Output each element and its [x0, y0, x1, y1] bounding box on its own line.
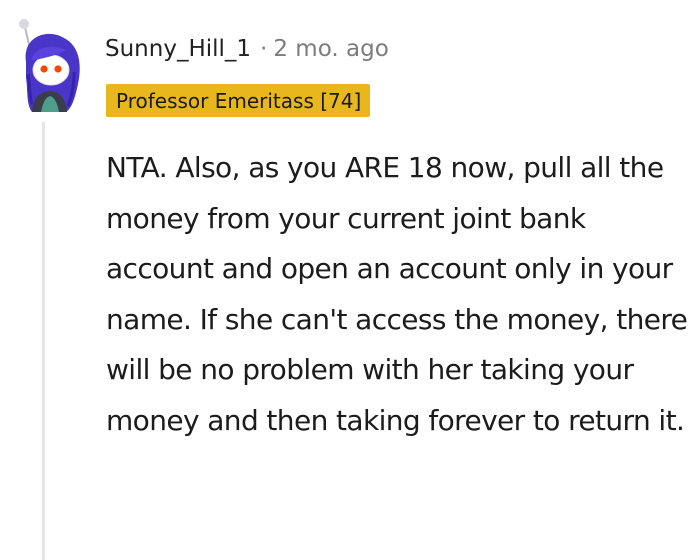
author-username[interactable]: Sunny_Hill_1 [105, 36, 251, 62]
thread-line[interactable] [42, 122, 45, 560]
comment-meta: Sunny_Hill_1 · 2 mo. ago [105, 33, 389, 65]
meta-separator: · [260, 36, 268, 62]
avatar[interactable] [8, 14, 94, 112]
comment: Sunny_Hill_1 · 2 mo. ago Professor Emeri… [0, 0, 700, 560]
comment-timestamp[interactable]: 2 mo. ago [273, 36, 388, 62]
comment-body: NTA. Also, as you ARE 18 now, pull all t… [106, 151, 688, 437]
user-flair: Professor Emeritass [74] [106, 84, 371, 117]
reddit-snoo-avatar-icon [19, 19, 80, 112]
